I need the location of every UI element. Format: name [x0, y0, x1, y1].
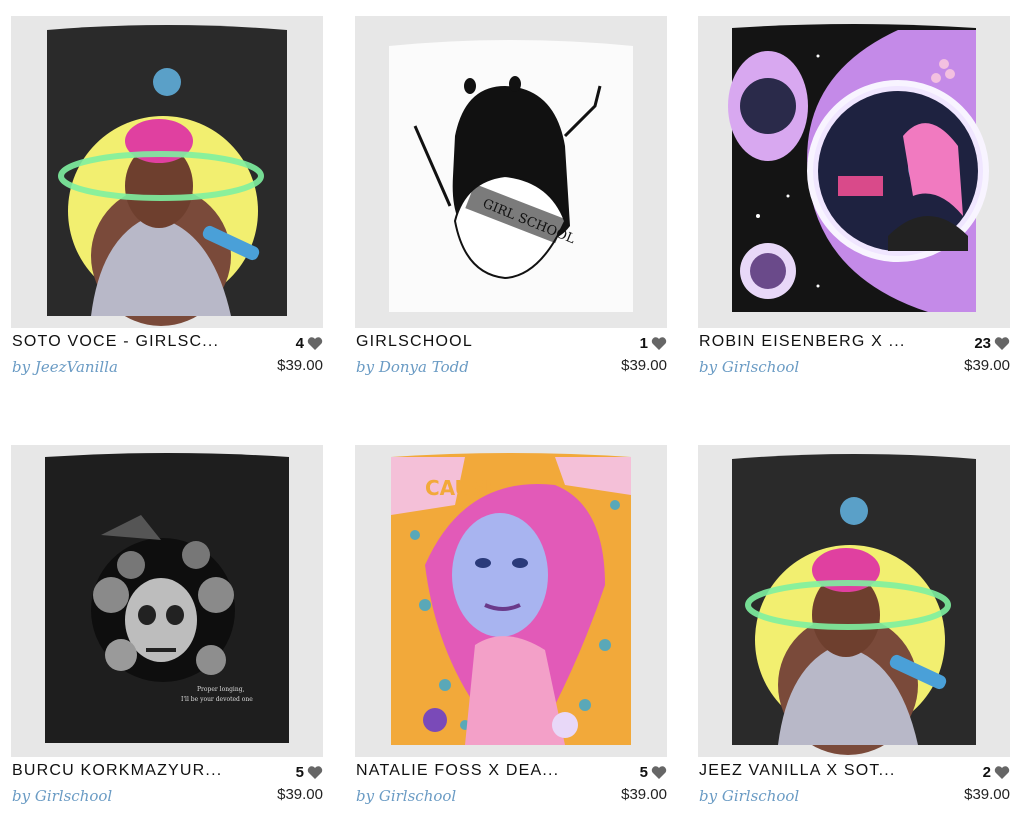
tapestry-image: [47, 25, 287, 326]
product-title[interactable]: ROBIN EISENBERG X ...: [699, 333, 929, 351]
like-counter[interactable]: 5: [640, 763, 667, 781]
artist-link[interactable]: by Girlschool: [699, 358, 799, 376]
product-thumbnail[interactable]: [11, 16, 323, 328]
likes-count: 4: [295, 334, 304, 352]
product-meta: BURCU KORKMAZYUR... 5 by Girlschool $39.…: [11, 761, 323, 821]
artwork-caption-line-1: Proper longing,: [197, 686, 245, 693]
product-meta: JEEZ VANILLA X SOT... 2 by Girlschool $3…: [698, 761, 1010, 821]
tapestry-image: CAUSE: [391, 453, 631, 745]
like-counter[interactable]: 1: [640, 334, 667, 352]
product-meta: NATALIE FOSS X DEA... 5 by Girlschool $3…: [355, 761, 667, 821]
product-title[interactable]: SOTO VOCE - GIRLSC...: [12, 333, 242, 351]
artist-link[interactable]: by JeezVanilla: [12, 358, 118, 376]
product-meta: SOTO VOCE - GIRLSC... 4 by JeezVanilla $…: [11, 332, 323, 392]
product-meta: GIRLSCHOOL 1 by Donya Todd $39.00: [355, 332, 667, 392]
price: $39.00: [964, 357, 1010, 374]
likes-count: 5: [295, 763, 304, 781]
product-card[interactable]: SOTO VOCE - GIRLSC... 4 by JeezVanilla $…: [11, 16, 323, 406]
heart-icon[interactable]: [307, 336, 323, 351]
artist-link[interactable]: by Girlschool: [12, 787, 112, 805]
product-card[interactable]: ROBIN EISENBERG X ... 23 by Girlschool $…: [698, 16, 1010, 406]
artwork-caption-line-2: I'll be your devoted one: [181, 696, 253, 703]
artist-link[interactable]: by Girlschool: [699, 787, 799, 805]
product-thumbnail[interactable]: GIRL SCHOOL: [355, 16, 667, 328]
tapestry-image: [728, 24, 989, 312]
product-title[interactable]: JEEZ VANILLA X SOT...: [699, 762, 929, 780]
like-counter[interactable]: 5: [296, 763, 323, 781]
likes-count: 5: [639, 763, 648, 781]
price: $39.00: [621, 357, 667, 374]
heart-icon[interactable]: [651, 765, 667, 780]
heart-icon[interactable]: [307, 765, 323, 780]
price: $39.00: [964, 786, 1010, 803]
price: $39.00: [621, 786, 667, 803]
product-thumbnail[interactable]: CAUSE: [355, 445, 667, 757]
product-card[interactable]: Proper longing, I'll be your devoted one…: [11, 445, 323, 835]
product-title[interactable]: BURCU KORKMAZYUR...: [12, 762, 242, 780]
product-thumbnail[interactable]: Proper longing, I'll be your devoted one: [11, 445, 323, 757]
product-grid: SOTO VOCE - GIRLSC... 4 by JeezVanilla $…: [0, 0, 1024, 815]
likes-count: 23: [974, 334, 991, 352]
heart-icon[interactable]: [994, 336, 1010, 351]
price: $39.00: [277, 357, 323, 374]
tapestry-image: [732, 454, 976, 755]
tapestry-image: GIRL SCHOOL: [389, 40, 633, 312]
product-card[interactable]: GIRL SCHOOL GIRLSCHOOL 1 by Donya Todd $…: [355, 16, 667, 406]
likes-count: 1: [639, 334, 648, 352]
like-counter[interactable]: 2: [983, 763, 1010, 781]
price: $39.00: [277, 786, 323, 803]
product-thumbnail[interactable]: [698, 16, 1010, 328]
product-meta: ROBIN EISENBERG X ... 23 by Girlschool $…: [698, 332, 1010, 392]
product-title[interactable]: NATALIE FOSS X DEA...: [356, 762, 586, 780]
product-card[interactable]: CAUSE NATALIE FOSS X DEA... 5 by Girlsch…: [355, 445, 667, 835]
like-counter[interactable]: 23: [974, 334, 1010, 352]
heart-icon[interactable]: [994, 765, 1010, 780]
artist-link[interactable]: by Girlschool: [356, 787, 456, 805]
tapestry-image: Proper longing, I'll be your devoted one: [45, 453, 289, 743]
product-title[interactable]: GIRLSCHOOL: [356, 333, 586, 351]
product-thumbnail[interactable]: [698, 445, 1010, 757]
heart-icon[interactable]: [651, 336, 667, 351]
product-card[interactable]: JEEZ VANILLA X SOT... 2 by Girlschool $3…: [698, 445, 1010, 835]
likes-count: 2: [982, 763, 991, 781]
like-counter[interactable]: 4: [296, 334, 323, 352]
artist-link[interactable]: by Donya Todd: [356, 358, 469, 376]
